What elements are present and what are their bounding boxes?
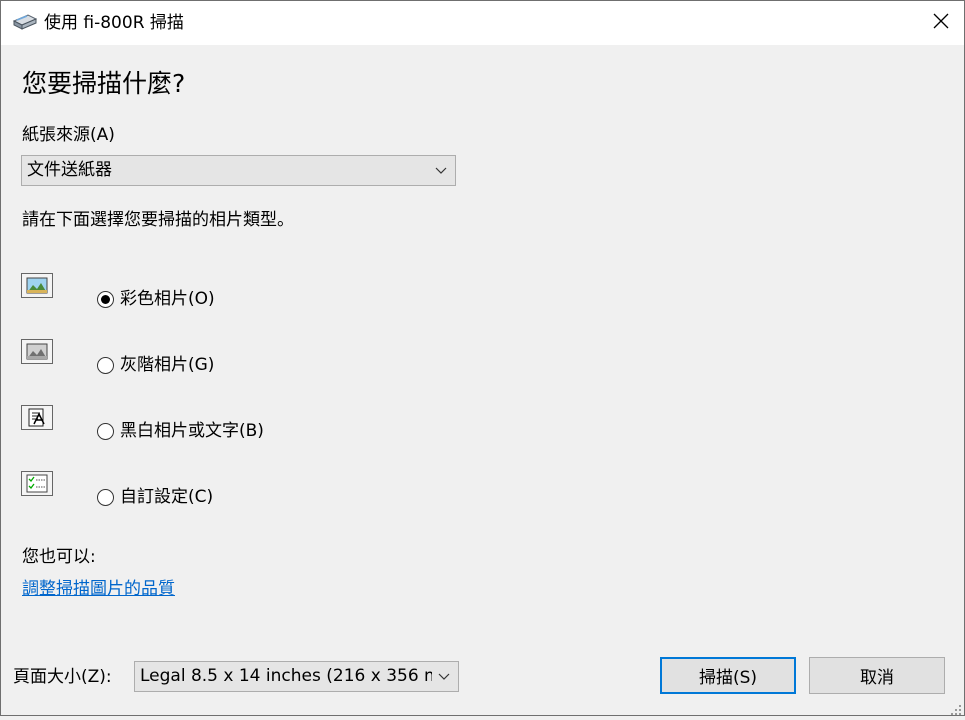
chevron-down-icon — [435, 156, 447, 185]
paper-source-select[interactable]: 文件送紙器 — [21, 155, 456, 186]
black-white-radio[interactable] — [97, 422, 114, 440]
grayscale-photo-option[interactable]: 灰階相片(G) — [97, 353, 214, 377]
custom-settings-radio[interactable] — [97, 488, 114, 506]
black-white-label: 黑白相片或文字(B) — [120, 421, 264, 441]
color-photo-label: 彩色相片(O) — [120, 289, 215, 309]
resize-grip-icon[interactable] — [950, 701, 962, 715]
adjust-quality-link[interactable]: 調整掃描圖片的品質 — [22, 578, 175, 600]
black-white-option[interactable]: 黑白相片或文字(B) — [97, 419, 264, 443]
paper-source-label: 紙張來源(A) — [22, 125, 115, 145]
page-title: 您要掃描什麼? — [22, 69, 186, 98]
close-icon — [933, 13, 949, 33]
grayscale-photo-label: 灰階相片(G) — [120, 355, 215, 375]
custom-settings-option[interactable]: 自訂設定(C) — [97, 485, 213, 509]
scan-button[interactable]: 掃描(S) — [660, 657, 796, 694]
close-button[interactable] — [918, 1, 964, 45]
scanner-icon — [12, 12, 38, 32]
scan-dialog: 使用 fi-800R 掃描 您要掃描什麼? 紙張來源(A) 文件送紙器 請在下面… — [0, 0, 965, 716]
title-bar[interactable]: 使用 fi-800R 掃描 — [1, 1, 964, 45]
custom-settings-label: 自訂設定(C) — [120, 487, 214, 507]
color-photo-radio[interactable] — [97, 290, 114, 308]
page-size-label: 頁面大小(Z): — [13, 667, 112, 687]
paper-source-value: 文件送紙器 — [27, 160, 112, 180]
instruction-text: 請在下面選擇您要掃描的相片類型。 — [22, 210, 294, 230]
window-title: 使用 fi-800R 掃描 — [44, 13, 184, 33]
black-white-text-icon — [21, 405, 53, 430]
color-photo-option[interactable]: 彩色相片(O) — [97, 287, 215, 311]
custom-settings-icon — [21, 471, 53, 496]
grayscale-photo-radio[interactable] — [97, 356, 114, 374]
page-size-value: Legal 8.5 x 14 inches (216 x 356 mm) — [140, 666, 432, 686]
grayscale-photo-icon — [21, 339, 53, 364]
chevron-down-icon — [438, 662, 450, 691]
also-label: 您也可以: — [22, 547, 96, 567]
color-photo-icon — [21, 273, 53, 298]
cancel-button[interactable]: 取消 — [809, 657, 945, 694]
page-size-select[interactable]: Legal 8.5 x 14 inches (216 x 356 mm) — [134, 661, 459, 692]
